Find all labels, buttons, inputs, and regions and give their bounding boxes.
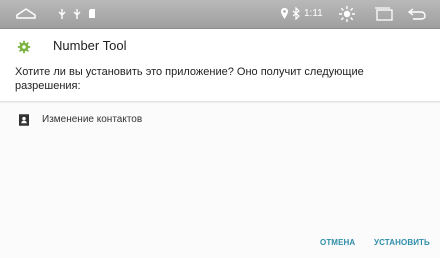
usb-icon: [58, 9, 66, 19]
sd-card-icon: [89, 9, 95, 18]
install-prompt: Хотите ли вы установить это приложение? …: [15, 66, 364, 92]
usb-icon: [73, 9, 81, 19]
cancel-button[interactable]: ОТМЕНА: [320, 238, 355, 247]
contacts-icon: [19, 113, 29, 127]
permission-item: Изменение контактов: [0, 111, 440, 131]
install-dialog-header: Number Tool Хотите ли вы установить это …: [0, 29, 440, 102]
clock: 1:11: [304, 8, 323, 19]
home-outline-icon[interactable]: [15, 7, 37, 21]
install-dialog-screen: 1:11 Number Tool Хотите ли вы установить…: [0, 0, 440, 258]
location-icon: [281, 8, 288, 19]
bluetooth-icon: [292, 7, 300, 20]
app-name: Number Tool: [53, 38, 127, 53]
install-button[interactable]: УСТАНОВИТЬ: [374, 238, 430, 247]
brightness-icon[interactable]: [337, 4, 357, 24]
status-bar: 1:11: [0, 0, 440, 29]
recent-apps-icon[interactable]: [374, 7, 394, 21]
permission-label: Изменение контактов: [42, 114, 143, 125]
back-icon[interactable]: [405, 6, 427, 21]
app-gear-icon: [17, 40, 31, 54]
